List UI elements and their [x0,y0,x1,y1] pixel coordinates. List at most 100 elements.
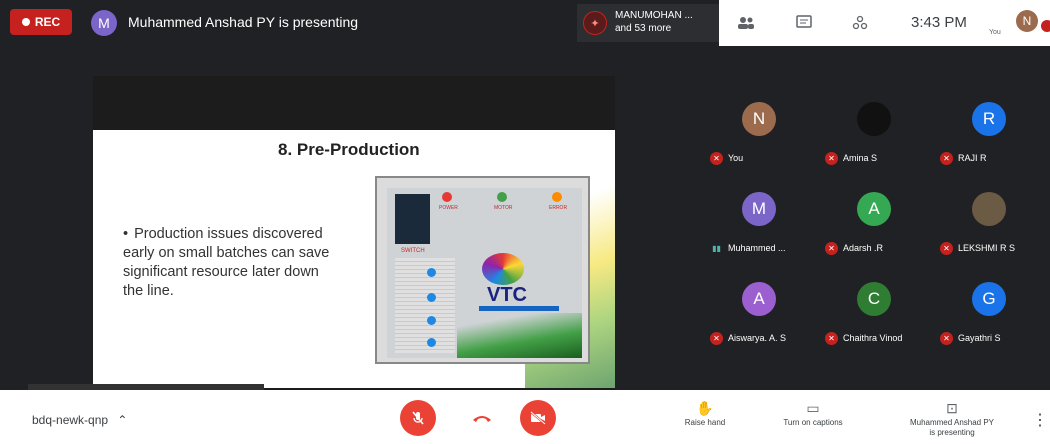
chevron-up-icon: ⌃ [117,413,128,427]
present-icon: ⊡ [946,400,958,416]
presenter-avatar: M [91,10,117,36]
meeting-code: bdq-newk-qnp [32,413,109,427]
meeting-details-panel: 3:43 PM N You [719,0,1050,46]
self-label: You [989,29,1001,36]
mic-off-icon: ✕ [940,332,953,345]
captions-label: Turn on captions [783,418,843,427]
participants-summary-tile[interactable]: ✦ MANUMOHAN ... and 53 more [577,4,719,42]
level-indicator-panel [395,258,455,353]
participant-tile[interactable]: A ✕ Aiswarya. A. S [705,270,820,360]
presenting-label-2: is presenting [929,428,975,437]
meeting-details-toggle[interactable]: bdq-newk-qnp ⌃ [32,413,127,427]
mic-off-icon: ✕ [940,242,953,255]
mic-off-icon [412,411,424,425]
rec-dot-icon [21,18,30,26]
level-dot-icon [427,268,436,277]
level-dot-icon [427,338,436,347]
participant-avatar: M [742,192,776,226]
participant-tile[interactable]: C ✕ Chaithra Vinod [820,270,935,360]
switch-display [395,194,430,244]
participant-name: Aiswarya. A. S [728,333,787,343]
hang-up-icon [473,416,491,422]
vtc-logo-text: VTC [487,284,527,306]
present-button[interactable]: ⊡ Muhammed Anshad PY is presenting [904,400,1000,438]
bullet-icon: • [123,226,129,242]
mic-off-icon: ✕ [825,332,838,345]
slide-bullet-text: Production issues discovered early on sm… [123,226,330,299]
slide-bullet: • Production issues discovered early on s… [123,225,343,301]
participant-avatar: G [972,282,1006,316]
more-vert-icon[interactable]: ⋮ [1032,410,1048,430]
error-led-icon [552,192,562,202]
participant-avatar: C [857,282,891,316]
participant-name: LEKSHMI R S [958,243,1016,253]
participant-name: Muhammed ... [728,243,786,253]
captions-button[interactable]: ▭ Turn on captions [768,400,858,428]
hand-icon: ✋ [696,400,714,416]
participant-avatar: R [972,102,1006,136]
participant-tile[interactable]: G ✕ Gayathri S [935,270,1050,360]
mic-off-icon: ✕ [825,242,838,255]
presentation-stage: 8. Pre-Production • Production issues dis… [0,46,705,415]
clock-time: 3:43 PM [911,14,967,31]
controller-panel: SWITCH POWER MOTOR ERROR VTC [387,188,582,358]
controller-photo: SWITCH POWER MOTOR ERROR VTC [375,176,590,364]
participant-avatar [972,192,1006,226]
participant-name: RAJI R [958,153,987,163]
hang-up-button[interactable] [464,400,500,436]
camera-toggle-button[interactable] [520,400,556,436]
raise-hand-button[interactable]: ✋ Raise hand [660,400,750,428]
switch-label: SWITCH [401,248,425,254]
vtc-logo-icon [482,253,524,285]
self-avatar[interactable]: N [1016,10,1038,32]
participant-avatar: A [742,282,776,316]
error-led-label: ERROR [549,205,568,211]
participant-avatar [857,102,891,136]
presented-slide: 8. Pre-Production • Production issues dis… [93,130,615,388]
bottom-bar: bdq-newk-qnp ⌃ ✋ Raise hand ▭ Turn on ca… [0,390,1050,444]
motor-led-label: MOTOR [494,205,513,211]
activities-icon[interactable] [851,14,869,32]
participants-summary-more: and 53 more [615,23,672,34]
people-icon[interactable] [737,14,755,32]
vtc-logo-banner [479,306,559,311]
audio-level-icon: ▮▮ [712,244,721,253]
level-dot-icon [427,293,436,302]
participant-tile[interactable]: ✕ Amina S [820,90,935,180]
participant-name: Amina S [843,153,878,163]
participant-tile[interactable]: A ✕ Adarsh .R [820,180,935,270]
recording-badge: REC [10,9,72,35]
participant-tile[interactable]: N ✕ You [705,90,820,180]
mic-off-icon: ✕ [710,152,723,165]
power-led-label: POWER [439,205,458,211]
user-avatar-icon: ✦ [583,11,607,35]
participant-tile[interactable]: M ▮▮ Muhammed ... [705,180,820,270]
power-led-icon [442,192,452,202]
level-dot-icon [427,316,436,325]
participant-tile[interactable]: ✕ LEKSHMI R S [935,180,1050,270]
participant-avatar: N [742,102,776,136]
motor-led-icon [497,192,507,202]
panel-swoosh [457,313,582,358]
top-bar: REC M Muhammed Anshad PY is presenting ✦… [0,0,1050,46]
mic-off-icon: ✕ [825,152,838,165]
slide-title: 8. Pre-Production [278,140,420,159]
participant-name: Gayathri S [958,333,1001,343]
presenting-banner: Muhammed Anshad PY is presenting [128,14,359,30]
participant-avatar: A [857,192,891,226]
participants-summary-name: MANUMOHAN ... [615,10,693,21]
chat-icon[interactable] [795,14,813,32]
participant-name: Chaithra Vinod [843,333,903,343]
mic-toggle-button[interactable] [400,400,436,436]
participant-name: You [728,153,744,163]
participant-tile[interactable]: R ✕ RAJI R [935,90,1050,180]
mic-off-icon: ✕ [940,152,953,165]
raise-hand-label: Raise hand [684,418,726,427]
camera-off-icon [530,411,546,425]
captions-icon: ▭ [806,400,820,416]
presenting-label-1: Muhammed Anshad PY [909,418,995,427]
mic-muted-indicator-icon [1041,20,1050,32]
participant-name: Adarsh .R [843,243,884,253]
rec-label: REC [34,15,61,29]
mic-off-icon: ✕ [710,332,723,345]
